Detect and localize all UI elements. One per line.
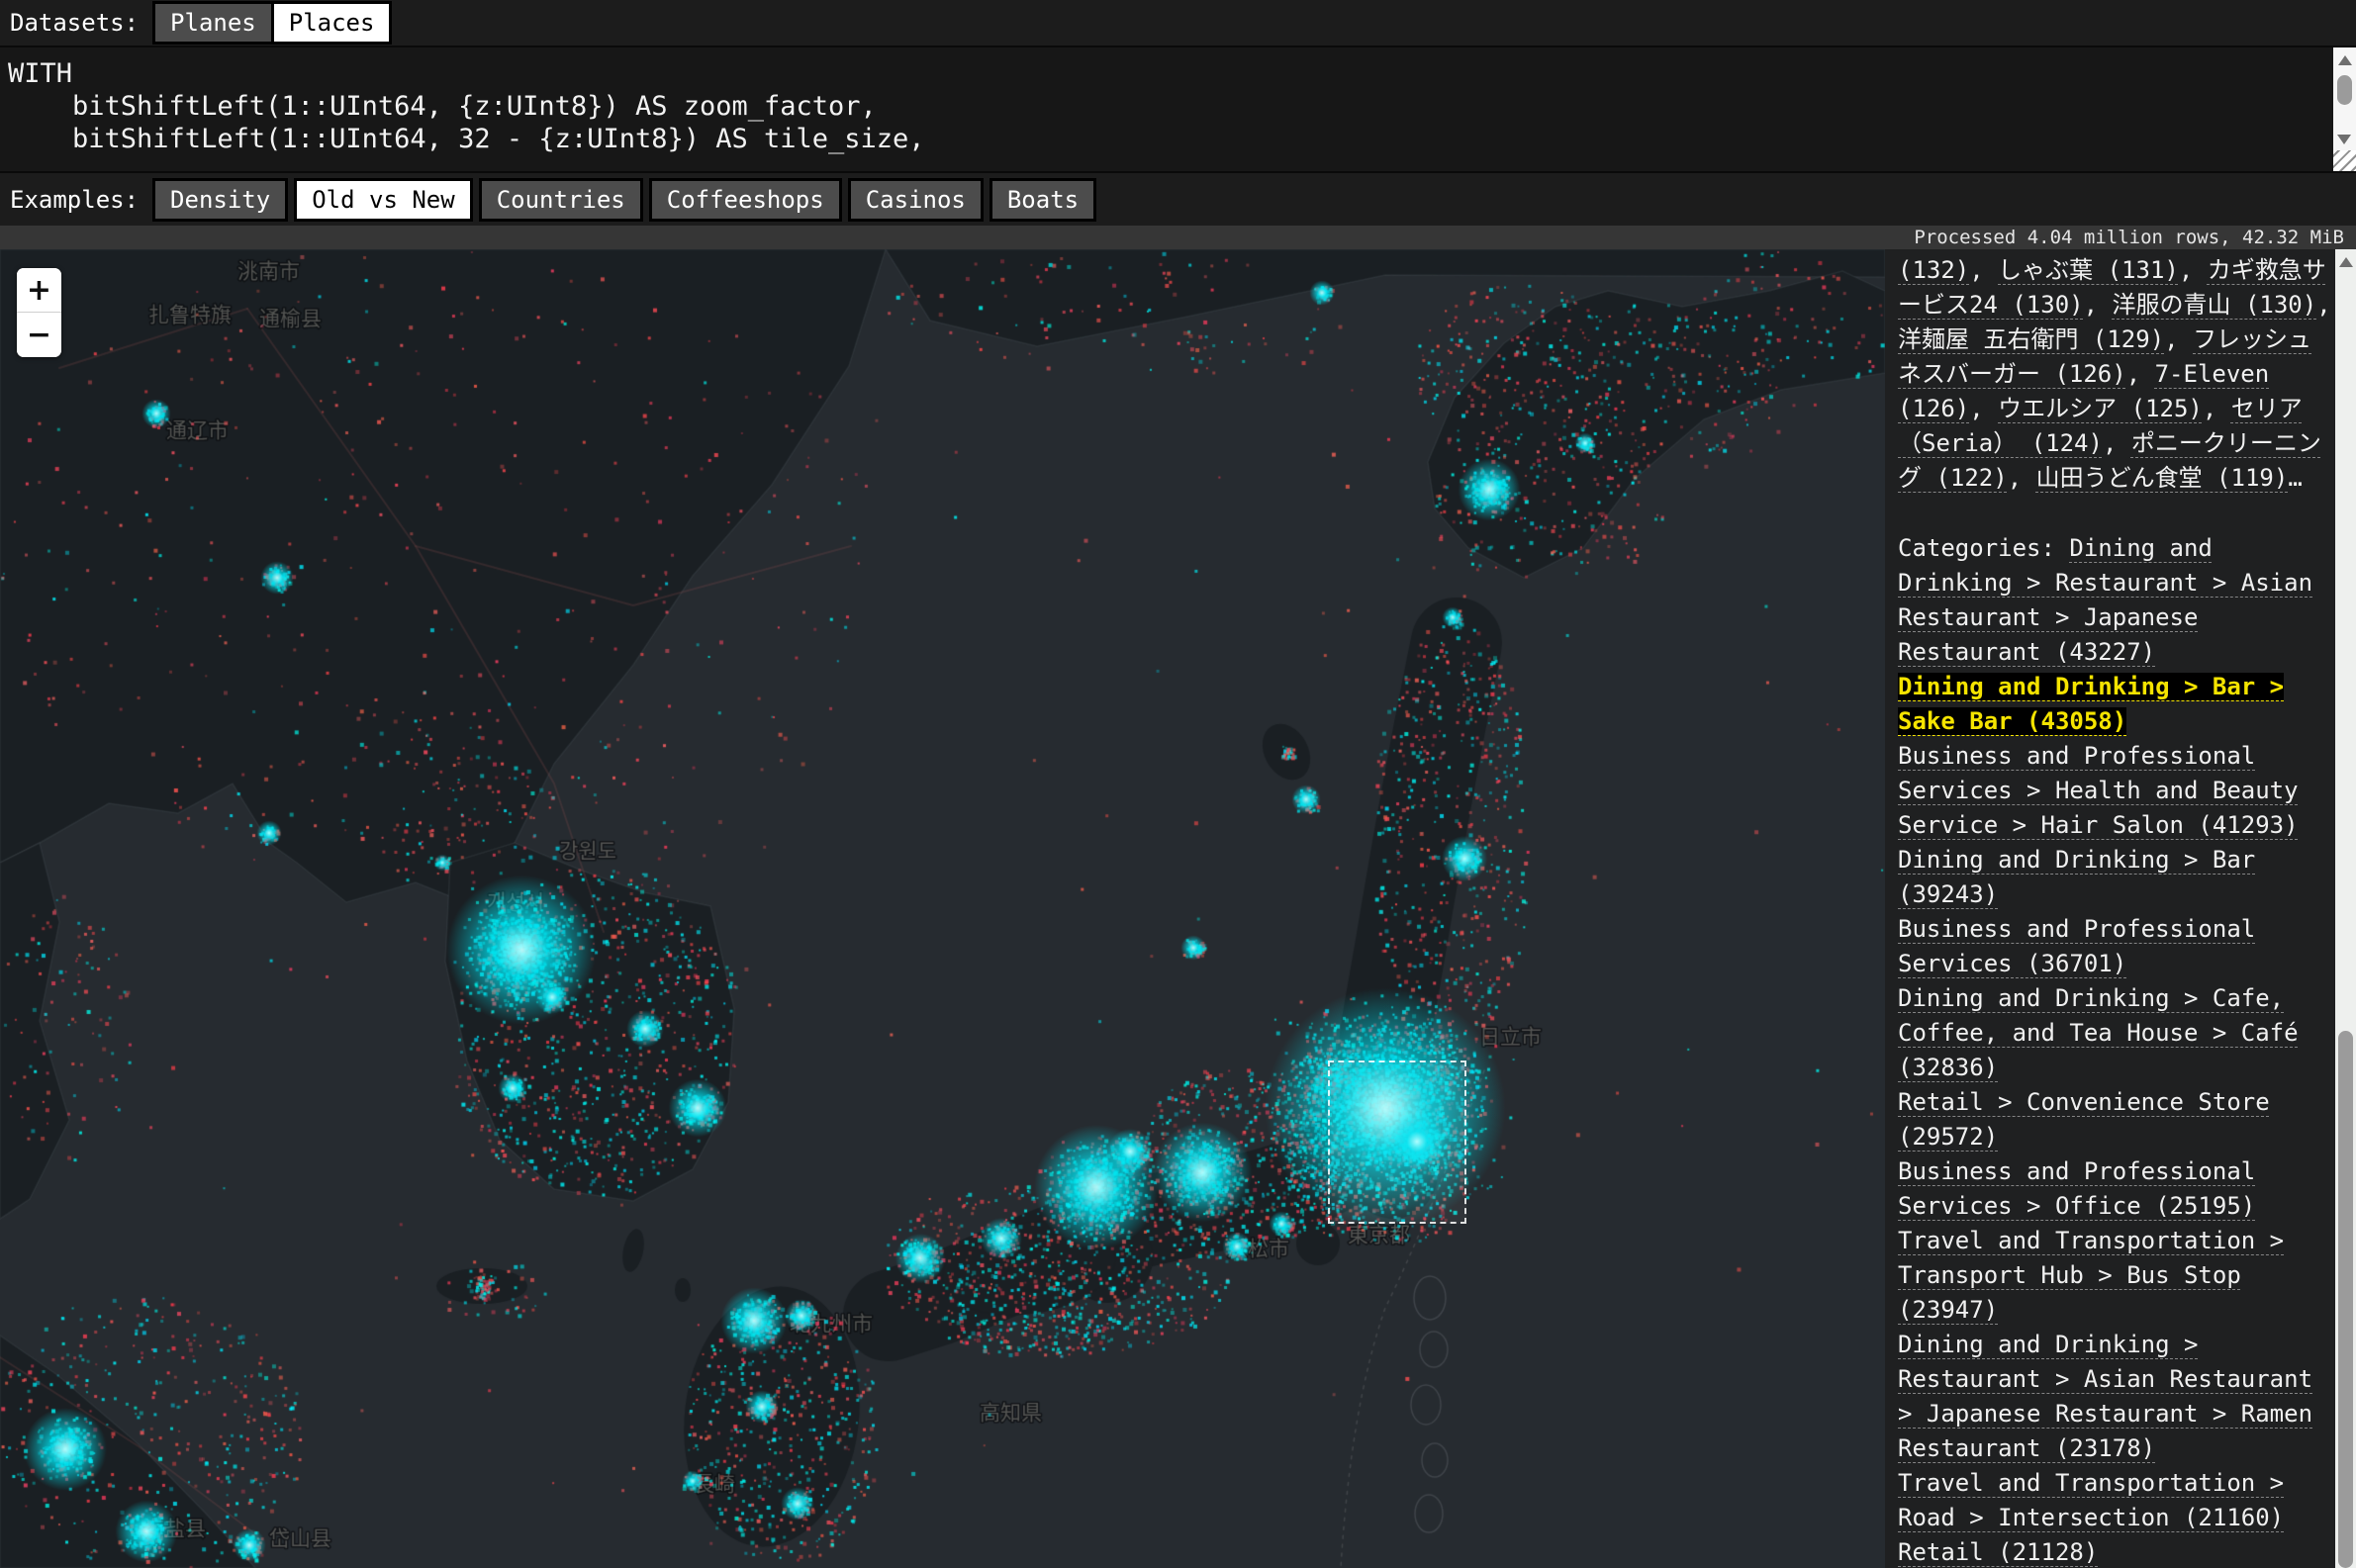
brand-link[interactable]: ウエルシア (125) xyxy=(1998,395,2203,422)
brand-link[interactable]: 洋麺屋 五右衛門 (129) xyxy=(1898,325,2164,353)
category-link[interactable]: Retail > Convenience Store (29572) xyxy=(1898,1088,2270,1151)
datasets-bar: Datasets: PlanesPlaces xyxy=(0,0,2356,47)
map-selection-rectangle[interactable] xyxy=(1328,1061,1466,1224)
sidebar-scrollbar[interactable] xyxy=(2335,249,2356,1568)
example-button-coffeeshops[interactable]: Coffeeshops xyxy=(649,178,842,222)
category-link[interactable]: Dining and Drinking > Cafe, Coffee, and … xyxy=(1898,984,2299,1081)
results-content: (132), しゃぶ葉 (131), カギ救急サービス24 (130), 洋服の… xyxy=(1898,253,2333,1568)
category-link[interactable]: Retail (21128) xyxy=(1898,1538,2098,1566)
category-link[interactable]: Business and Professional Services > Off… xyxy=(1898,1157,2255,1220)
map-zoom-control: + − xyxy=(17,268,61,357)
datasets-label: Datasets: xyxy=(10,9,139,37)
dataset-button-planes[interactable]: Planes xyxy=(155,4,271,42)
category-link[interactable]: Business and Professional Services > Hea… xyxy=(1898,742,2299,839)
brand-link[interactable]: 山田うどん食堂 (119) xyxy=(2036,464,2289,492)
zoom-in-button[interactable]: + xyxy=(17,268,61,313)
brand-link[interactable]: 洋服の青山 (130) xyxy=(2113,291,2317,319)
datasets-button-group: PlanesPlaces xyxy=(152,1,392,45)
example-button-countries[interactable]: Countries xyxy=(479,178,643,222)
brands-list: (132), しゃぶ葉 (131), カギ救急サービス24 (130), 洋服の… xyxy=(1898,253,2333,496)
examples-bar: Examples: DensityOld vs NewCountriesCoff… xyxy=(0,171,2356,226)
editor-scrollbar-thumb[interactable] xyxy=(2337,75,2352,105)
category-link[interactable]: Dining and Drinking > Bar > Sake Bar (43… xyxy=(1898,673,2284,735)
sql-editor[interactable]: WITH bitShiftLeft(1::UInt64, {z:UInt8}) … xyxy=(0,47,2356,171)
query-status-text: Processed 4.04 million rows, 42.32 MiB xyxy=(1914,227,2344,248)
category-link[interactable]: Travel and Transportation > Road > Inter… xyxy=(1898,1469,2284,1531)
zoom-out-button[interactable]: − xyxy=(17,313,61,357)
editor-scrollbar[interactable] xyxy=(2333,47,2356,150)
map-canvas[interactable] xyxy=(0,249,1885,1568)
category-link[interactable]: Business and Professional Services (3670… xyxy=(1898,915,2255,977)
sql-text: WITH bitShiftLeft(1::UInt64, {z:UInt8}) … xyxy=(0,47,2356,155)
textarea-resize-grip-icon[interactable] xyxy=(2333,150,2356,171)
category-link[interactable]: Travel and Transportation > Transport Hu… xyxy=(1898,1227,2284,1324)
examples-label: Examples: xyxy=(10,186,139,214)
example-button-old-vs-new[interactable]: Old vs New xyxy=(294,178,473,222)
query-status-bar: Processed 4.04 million rows, 42.32 MiB xyxy=(0,226,2356,249)
brand-link[interactable]: (132) xyxy=(1898,256,1969,284)
example-button-density[interactable]: Density xyxy=(152,178,288,222)
scroll-up-icon[interactable] xyxy=(2338,55,2352,65)
scroll-down-icon[interactable] xyxy=(2337,135,2351,144)
category-link[interactable]: Dining and Drinking > Bar (39243) xyxy=(1898,846,2255,908)
example-button-boats[interactable]: Boats xyxy=(990,178,1096,222)
sidebar-scrollbar-thumb[interactable] xyxy=(2338,1031,2353,1568)
categories-label: Categories: xyxy=(1898,534,2069,562)
dataset-button-places[interactable]: Places xyxy=(271,4,390,42)
brand-link[interactable]: しゃぶ葉 (131) xyxy=(1998,256,2179,284)
categories-list: Categories: Dining and Drinking > Restau… xyxy=(1898,531,2333,1568)
scroll-up-icon[interactable] xyxy=(2339,257,2353,267)
results-sidebar: (132), しゃぶ葉 (131), カギ救急サービス24 (130), 洋服の… xyxy=(1885,249,2356,1568)
examples-button-group: DensityOld vs NewCountriesCoffeeshopsCas… xyxy=(152,178,1102,222)
category-link[interactable]: Dining and Drinking > Restaurant > Asian… xyxy=(1898,1331,2312,1462)
example-button-casinos[interactable]: Casinos xyxy=(848,178,984,222)
